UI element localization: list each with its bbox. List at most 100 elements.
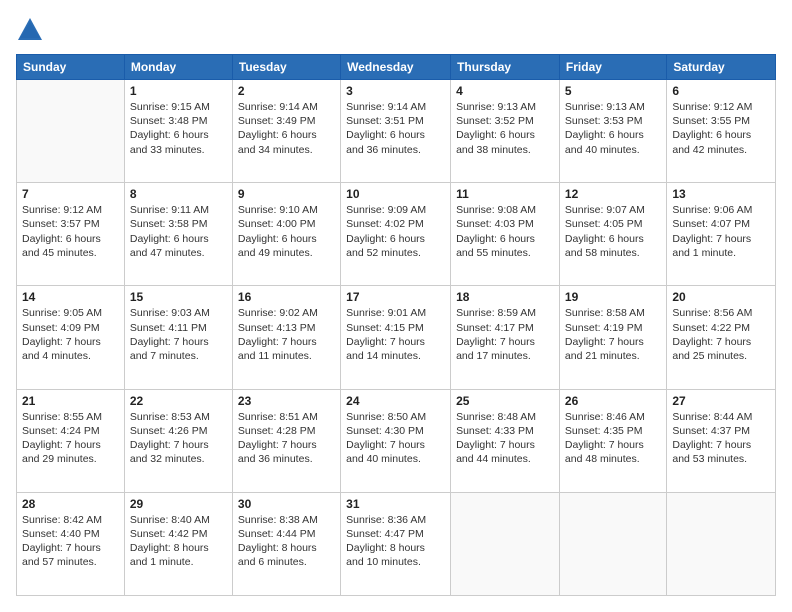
calendar-cell [559, 492, 666, 595]
calendar-cell: 24 Sunrise: 8:50 AMSunset: 4:30 PMDayligh… [341, 389, 451, 492]
day-info: Sunrise: 9:15 AMSunset: 3:48 PMDaylight:… [130, 100, 227, 157]
day-number: 24 [346, 394, 445, 408]
day-info: Sunrise: 9:13 AMSunset: 3:53 PMDaylight:… [565, 100, 661, 157]
day-info: Sunrise: 9:06 AMSunset: 4:07 PMDaylight:… [672, 203, 770, 260]
calendar-cell: 15 Sunrise: 9:03 AMSunset: 4:11 PMDayligh… [124, 286, 232, 389]
day-info: Sunrise: 8:53 AMSunset: 4:26 PMDaylight:… [130, 410, 227, 467]
day-info: Sunrise: 9:02 AMSunset: 4:13 PMDaylight:… [238, 306, 335, 363]
day-info: Sunrise: 8:59 AMSunset: 4:17 PMDaylight:… [456, 306, 554, 363]
day-info: Sunrise: 9:14 AMSunset: 3:49 PMDaylight:… [238, 100, 335, 157]
calendar-cell: 29 Sunrise: 8:40 AMSunset: 4:42 PMDayligh… [124, 492, 232, 595]
calendar-cell: 23 Sunrise: 8:51 AMSunset: 4:28 PMDayligh… [232, 389, 340, 492]
day-number: 8 [130, 187, 227, 201]
day-info: Sunrise: 9:09 AMSunset: 4:02 PMDaylight:… [346, 203, 445, 260]
calendar-cell: 11 Sunrise: 9:08 AMSunset: 4:03 PMDayligh… [451, 183, 560, 286]
day-number: 9 [238, 187, 335, 201]
day-info: Sunrise: 8:44 AMSunset: 4:37 PMDaylight:… [672, 410, 770, 467]
day-number: 18 [456, 290, 554, 304]
day-number: 12 [565, 187, 661, 201]
calendar-table: SundayMondayTuesdayWednesdayThursdayFrid… [16, 54, 776, 596]
day-number: 6 [672, 84, 770, 98]
day-number: 11 [456, 187, 554, 201]
day-number: 7 [22, 187, 119, 201]
day-info: Sunrise: 9:11 AMSunset: 3:58 PMDaylight:… [130, 203, 227, 260]
day-number: 29 [130, 497, 227, 511]
day-number: 1 [130, 84, 227, 98]
calendar-cell: 12 Sunrise: 9:07 AMSunset: 4:05 PMDayligh… [559, 183, 666, 286]
day-info: Sunrise: 9:14 AMSunset: 3:51 PMDaylight:… [346, 100, 445, 157]
col-header-sunday: Sunday [17, 55, 125, 80]
calendar-cell: 8 Sunrise: 9:11 AMSunset: 3:58 PMDaylight… [124, 183, 232, 286]
calendar-cell: 2 Sunrise: 9:14 AMSunset: 3:49 PMDaylight… [232, 80, 340, 183]
col-header-saturday: Saturday [667, 55, 776, 80]
day-info: Sunrise: 8:50 AMSunset: 4:30 PMDaylight:… [346, 410, 445, 467]
calendar-cell: 19 Sunrise: 8:58 AMSunset: 4:19 PMDayligh… [559, 286, 666, 389]
day-info: Sunrise: 8:58 AMSunset: 4:19 PMDaylight:… [565, 306, 661, 363]
calendar-cell: 4Sunrise: 9:13 AMSunset: 3:52 PMDaylight… [451, 80, 560, 183]
calendar-cell: 17 Sunrise: 9:01 AMSunset: 4:15 PMDayligh… [341, 286, 451, 389]
day-info: Sunrise: 9:08 AMSunset: 4:03 PMDaylight:… [456, 203, 554, 260]
calendar-week-row: 28Sunrise: 8:42 AMSunset: 4:40 PMDayligh… [17, 492, 776, 595]
calendar-cell: 5 Sunrise: 9:13 AMSunset: 3:53 PMDaylight… [559, 80, 666, 183]
day-info: Sunrise: 8:55 AMSunset: 4:24 PMDaylight:… [22, 410, 119, 467]
day-number: 20 [672, 290, 770, 304]
day-number: 25 [456, 394, 554, 408]
day-number: 28 [22, 497, 119, 511]
calendar-cell: 22 Sunrise: 8:53 AMSunset: 4:26 PMDayligh… [124, 389, 232, 492]
day-number: 3 [346, 84, 445, 98]
day-number: 23 [238, 394, 335, 408]
calendar-cell [667, 492, 776, 595]
day-number: 21 [22, 394, 119, 408]
day-number: 26 [565, 394, 661, 408]
day-info: Sunrise: 9:01 AMSunset: 4:15 PMDaylight:… [346, 306, 445, 363]
calendar-cell: 18 Sunrise: 8:59 AMSunset: 4:17 PMDayligh… [451, 286, 560, 389]
calendar-cell: 26 Sunrise: 8:46 AMSunset: 4:35 PMDayligh… [559, 389, 666, 492]
calendar-cell: 9 Sunrise: 9:10 AMSunset: 4:00 PMDaylight… [232, 183, 340, 286]
calendar-cell: 1 Sunrise: 9:15 AMSunset: 3:48 PMDaylight… [124, 80, 232, 183]
day-info: Sunrise: 8:40 AMSunset: 4:42 PMDaylight:… [130, 513, 227, 570]
calendar-cell: 13Sunrise: 9:06 AMSunset: 4:07 PMDayligh… [667, 183, 776, 286]
day-info: Sunrise: 9:07 AMSunset: 4:05 PMDaylight:… [565, 203, 661, 260]
calendar-cell: 7Sunrise: 9:12 AMSunset: 3:57 PMDaylight… [17, 183, 125, 286]
calendar-week-row: 7Sunrise: 9:12 AMSunset: 3:57 PMDaylight… [17, 183, 776, 286]
day-info: Sunrise: 9:05 AMSunset: 4:09 PMDaylight:… [22, 306, 119, 363]
day-info: Sunrise: 9:10 AMSunset: 4:00 PMDaylight:… [238, 203, 335, 260]
page: SundayMondayTuesdayWednesdayThursdayFrid… [0, 0, 792, 612]
day-number: 4 [456, 84, 554, 98]
day-number: 5 [565, 84, 661, 98]
col-header-wednesday: Wednesday [341, 55, 451, 80]
day-number: 14 [22, 290, 119, 304]
day-number: 19 [565, 290, 661, 304]
calendar-cell: 3 Sunrise: 9:14 AMSunset: 3:51 PMDaylight… [341, 80, 451, 183]
calendar-cell: 6Sunrise: 9:12 AMSunset: 3:55 PMDaylight… [667, 80, 776, 183]
day-info: Sunrise: 8:46 AMSunset: 4:35 PMDaylight:… [565, 410, 661, 467]
day-info: Sunrise: 8:36 AMSunset: 4:47 PMDaylight:… [346, 513, 445, 570]
day-number: 30 [238, 497, 335, 511]
calendar-cell: 31 Sunrise: 8:36 AMSunset: 4:47 PMDayligh… [341, 492, 451, 595]
calendar-cell [451, 492, 560, 595]
calendar-cell: 21 Sunrise: 8:55 AMSunset: 4:24 PMDayligh… [17, 389, 125, 492]
col-header-friday: Friday [559, 55, 666, 80]
day-info: Sunrise: 9:03 AMSunset: 4:11 PMDaylight:… [130, 306, 227, 363]
day-number: 22 [130, 394, 227, 408]
day-info: Sunrise: 8:38 AMSunset: 4:44 PMDaylight:… [238, 513, 335, 570]
day-number: 10 [346, 187, 445, 201]
day-info: Sunrise: 8:48 AMSunset: 4:33 PMDaylight:… [456, 410, 554, 467]
calendar-header-row: SundayMondayTuesdayWednesdayThursdayFrid… [17, 55, 776, 80]
day-number: 27 [672, 394, 770, 408]
col-header-monday: Monday [124, 55, 232, 80]
day-number: 17 [346, 290, 445, 304]
day-info: Sunrise: 8:56 AMSunset: 4:22 PMDaylight:… [672, 306, 770, 363]
day-info: Sunrise: 8:51 AMSunset: 4:28 PMDaylight:… [238, 410, 335, 467]
day-number: 16 [238, 290, 335, 304]
calendar-cell: 16 Sunrise: 9:02 AMSunset: 4:13 PMDayligh… [232, 286, 340, 389]
day-number: 15 [130, 290, 227, 304]
day-number: 31 [346, 497, 445, 511]
calendar-cell: 30 Sunrise: 8:38 AMSunset: 4:44 PMDayligh… [232, 492, 340, 595]
logo-icon [16, 16, 44, 44]
day-number: 2 [238, 84, 335, 98]
logo [16, 16, 48, 44]
calendar-cell: 25 Sunrise: 8:48 AMSunset: 4:33 PMDayligh… [451, 389, 560, 492]
calendar-cell: 27 Sunrise: 8:44 AMSunset: 4:37 PMDayligh… [667, 389, 776, 492]
calendar-cell: 10 Sunrise: 9:09 AMSunset: 4:02 PMDayligh… [341, 183, 451, 286]
